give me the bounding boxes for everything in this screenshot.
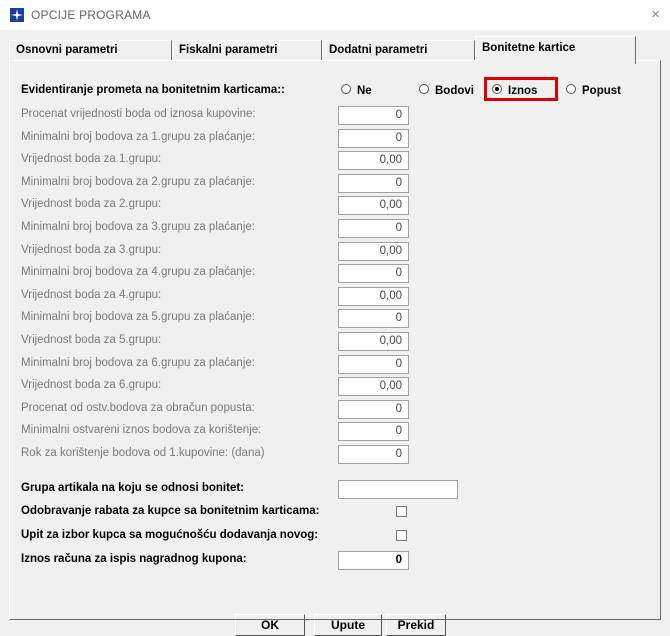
field-input[interactable]: 0 xyxy=(338,309,409,328)
field-input[interactable]: 0,00 xyxy=(338,196,409,215)
odobravanje-rabata-checkbox[interactable] xyxy=(396,506,407,517)
title-bar: OPCIJE PROGRAMA × xyxy=(0,0,670,30)
radio-popust[interactable]: Popust xyxy=(566,84,621,97)
field-input[interactable]: 0,00 xyxy=(338,332,409,351)
field-input[interactable]: 0,00 xyxy=(338,242,409,261)
radio-ne[interactable]: Ne xyxy=(341,84,372,97)
app-icon xyxy=(10,8,24,22)
field-label: Minimalni broj bodova za 3.grupu za plać… xyxy=(21,221,255,233)
tab-label: Bonitetne kartice xyxy=(482,42,576,54)
tab-label: Osnovni parametri xyxy=(16,44,118,56)
field-label: Vrijednost boda za 3.grupu: xyxy=(21,244,162,256)
field-label: Minimalni broj bodova za 1.grupu za plać… xyxy=(21,131,255,143)
tab-fiskalni-parametri[interactable]: Fiskalni parametri xyxy=(172,40,322,60)
radio-label: Ne xyxy=(357,85,372,97)
field-input[interactable]: 0,00 xyxy=(338,151,409,170)
field-label: Rok za korištenje bodova od 1.kupovine: … xyxy=(21,447,265,459)
tab-label: Fiskalni parametri xyxy=(179,44,278,56)
field-label: Minimalni ostvareni iznos bodova za kori… xyxy=(21,424,262,436)
field-label: Minimalni broj bodova za 4.grupu za plać… xyxy=(21,266,255,278)
radio-circle-icon xyxy=(341,84,351,94)
window-title: OPCIJE PROGRAMA xyxy=(31,8,151,22)
field-input[interactable]: 0,00 xyxy=(338,287,409,306)
field-label: Procenat od ostv.bodova za obračun popus… xyxy=(21,402,255,414)
field-label: Vrijednost boda za 4.grupu: xyxy=(21,289,162,301)
field-label: Vrijednost boda za 6.grupu: xyxy=(21,379,162,391)
field-label: Minimalni broj bodova za 2.grupu za plać… xyxy=(21,176,255,188)
tab-dodatni-parametri[interactable]: Dodatni parametri xyxy=(322,40,475,60)
field-input[interactable]: 0 xyxy=(338,129,409,148)
radio-circle-icon xyxy=(566,84,576,94)
field-input[interactable]: 0 xyxy=(338,219,409,238)
field-label: Procenat vrijednosti boda od iznosa kupo… xyxy=(21,108,256,120)
field-input[interactable]: 0 xyxy=(338,264,409,283)
field-label: Vrijednost boda za 1.grupu: xyxy=(21,153,162,165)
field-input[interactable]: 0 xyxy=(338,422,409,441)
field-input[interactable]: 0 xyxy=(338,355,409,374)
grupa-artikala-input[interactable] xyxy=(338,480,458,499)
odobravanje-rabata-label: Odobravanje rabata za kupce sa bonitetni… xyxy=(21,505,320,517)
field-input[interactable]: 0,00 xyxy=(338,377,409,396)
field-input[interactable]: 0 xyxy=(338,174,409,193)
field-input[interactable]: 0 xyxy=(338,106,409,125)
radio-label: Iznos xyxy=(508,85,538,97)
dialog-body: Osnovni parametri Fiskalni parametri Dod… xyxy=(0,30,670,636)
radio-iznos[interactable]: Iznos xyxy=(492,84,537,97)
evidentiranje-label: Evidentiranje prometa na bonitetnim kart… xyxy=(21,84,285,96)
field-label: Vrijednost boda za 5.grupu: xyxy=(21,334,162,346)
tab-osnovni-parametri[interactable]: Osnovni parametri xyxy=(9,40,172,60)
field-label: Vrijednost boda za 2.grupu: xyxy=(21,198,162,210)
close-icon[interactable]: × xyxy=(651,6,660,23)
field-label: Minimalni broj bodova za 6.grupu za plać… xyxy=(21,357,255,369)
radio-selected-icon xyxy=(492,84,502,94)
radio-bodovi[interactable]: Bodovi xyxy=(419,84,474,97)
iznos-kupona-label: Iznos računa za ispis nagradnog kupona: xyxy=(21,553,247,565)
field-input[interactable]: 0 xyxy=(338,445,409,464)
radio-circle-icon xyxy=(419,84,429,94)
radio-label: Popust xyxy=(582,85,621,97)
field-input[interactable]: 0 xyxy=(338,400,409,419)
iznos-kupona-input[interactable]: 0 xyxy=(338,551,409,570)
upit-kupca-label: Upit za izbor kupca sa mogućnošću dodava… xyxy=(21,529,319,541)
upit-kupca-checkbox[interactable] xyxy=(396,530,407,541)
radio-label: Bodovi xyxy=(435,85,474,97)
grupa-artikala-label: Grupa artikala na koju se odnosi bonitet… xyxy=(21,482,245,494)
tab-bonitetne-kartice[interactable]: Bonitetne kartice xyxy=(475,36,636,64)
field-label: Minimalni broj bodova za 5.grupu za plać… xyxy=(21,311,255,323)
tab-label: Dodatni parametri xyxy=(329,44,428,56)
